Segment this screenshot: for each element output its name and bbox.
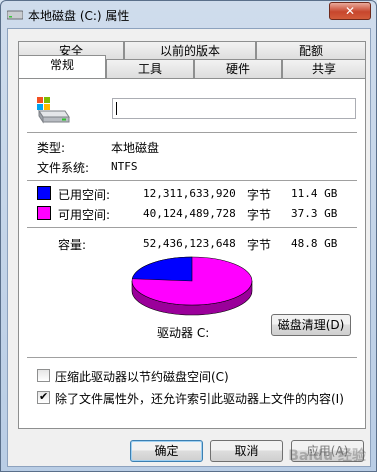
used-space-unit: 字节 xyxy=(247,188,272,202)
compress-label: 压缩此驱动器以节约磁盘空间(C) xyxy=(55,370,229,384)
used-space-bytes: 12,311,633,920 xyxy=(143,187,236,200)
tab-sharing[interactable]: 共享 xyxy=(282,59,366,79)
checkmark-icon: ✔ xyxy=(39,390,49,403)
type-value: 本地磁盘 xyxy=(111,141,160,155)
pie-slice-used xyxy=(131,256,193,282)
tab-label: 以前的版本 xyxy=(159,44,220,58)
tab-general[interactable]: 常规 xyxy=(18,55,106,78)
free-space-bytes: 40,124,489,728 xyxy=(143,207,236,220)
type-label: 类型: xyxy=(37,141,66,155)
capacity-size: 48.8 GB xyxy=(291,237,338,250)
drive-letter-label: 驱动器 C: xyxy=(157,326,210,340)
close-button[interactable]: ✕ xyxy=(329,2,371,20)
tab-label: 共享 xyxy=(311,62,336,76)
ok-button[interactable]: 确定 xyxy=(130,440,203,462)
watermark-logo: Baidu 经验 xyxy=(288,448,366,464)
capacity-bytes: 52,436,123,648 xyxy=(143,237,236,250)
tab-label: 工具 xyxy=(137,62,162,76)
free-space-size: 37.3 GB xyxy=(291,207,338,220)
divider xyxy=(27,132,357,133)
free-space-unit: 字节 xyxy=(247,208,272,222)
divider xyxy=(27,357,357,358)
disk-cleanup-button[interactable]: 磁盘清理(D) xyxy=(271,314,351,336)
tab-quota[interactable]: 配额 xyxy=(256,41,366,61)
filesystem-label: 文件系统: xyxy=(37,161,90,175)
tab-label: 硬件 xyxy=(225,62,250,76)
free-space-label: 可用空间: xyxy=(58,208,111,222)
tab-label: 常规 xyxy=(49,58,74,72)
used-space-label: 已用空间: xyxy=(58,188,111,202)
window-title: 本地磁盘 (C:) 属性 xyxy=(28,9,130,23)
general-panel: 类型: 本地磁盘 文件系统: NTFS 已用空间: 12,311,633,920… xyxy=(18,78,366,429)
dialog-client: 安全 以前的版本 配额 常规 工具 硬件 共享 类型: 本地磁盘 文件系统: N… xyxy=(7,28,371,467)
used-space-swatch xyxy=(37,186,51,200)
free-space-swatch xyxy=(37,206,51,220)
title-bar[interactable]: 本地磁盘 (C:) 属性 ✕ xyxy=(1,1,376,28)
tab-hardware[interactable]: 硬件 xyxy=(194,59,282,79)
divider xyxy=(27,180,357,181)
divider xyxy=(27,227,357,228)
filesystem-value: NTFS xyxy=(111,160,138,173)
text-caret xyxy=(116,102,117,115)
used-space-size: 11.4 GB xyxy=(291,187,338,200)
disk-usage-pie xyxy=(131,256,253,316)
capacity-label: 容量: xyxy=(58,238,87,252)
hard-drive-icon xyxy=(37,97,70,124)
tab-label: 配额 xyxy=(298,44,323,58)
tab-previous-versions[interactable]: 以前的版本 xyxy=(124,41,256,61)
index-checkbox[interactable]: ✔ xyxy=(37,390,50,404)
drive-name-input[interactable] xyxy=(112,98,356,119)
drive-icon xyxy=(7,10,23,20)
properties-window: 本地磁盘 (C:) 属性 ✕ 安全 以前的版本 配额 常规 工具 硬件 共享 类… xyxy=(0,0,377,472)
tab-tools[interactable]: 工具 xyxy=(106,59,194,79)
compress-checkbox[interactable] xyxy=(37,369,50,382)
index-label: 除了文件属性外，还允许索引此驱动器上文件的内容(I) xyxy=(55,392,344,406)
cancel-button[interactable]: 取消 xyxy=(210,440,283,462)
